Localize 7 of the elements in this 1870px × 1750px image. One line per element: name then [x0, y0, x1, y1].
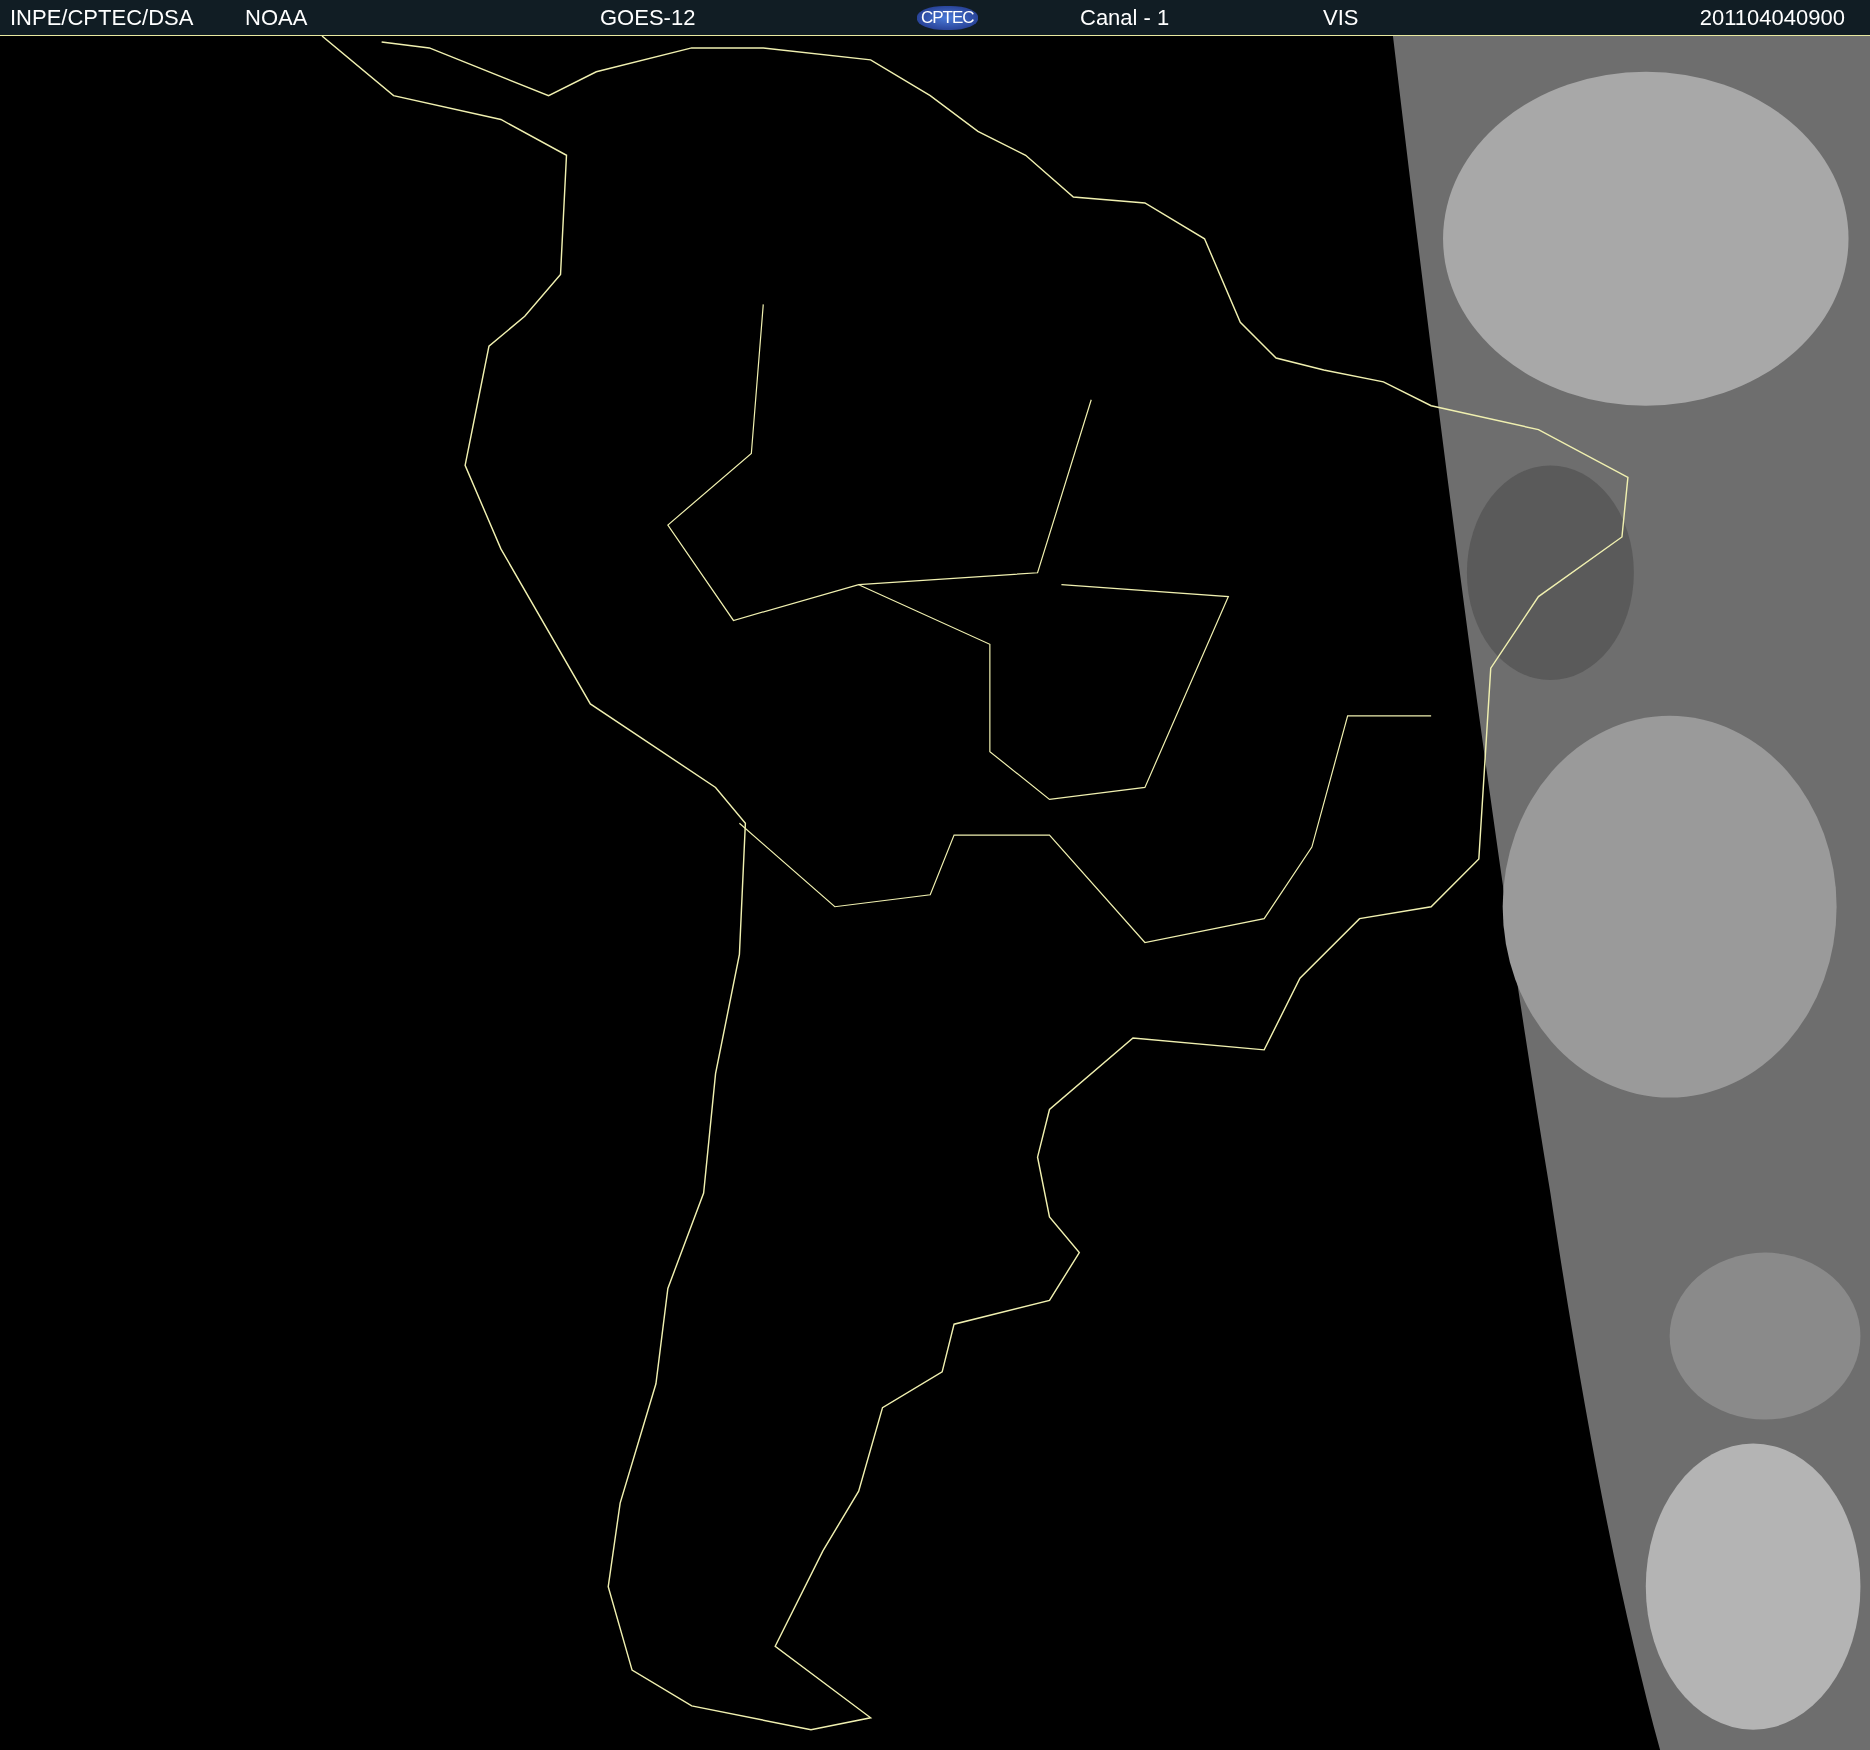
- timestamp-label: 201104040900: [1699, 4, 1845, 31]
- satellite-label: GOES-12: [600, 4, 696, 31]
- source-label: INPE/CPTEC/DSA: [10, 4, 194, 31]
- channel-label: Canal - 1: [1080, 4, 1170, 31]
- band-label: VIS: [1323, 4, 1359, 31]
- logo: CPTEC: [917, 5, 978, 30]
- agency-label: NOAA: [245, 4, 308, 31]
